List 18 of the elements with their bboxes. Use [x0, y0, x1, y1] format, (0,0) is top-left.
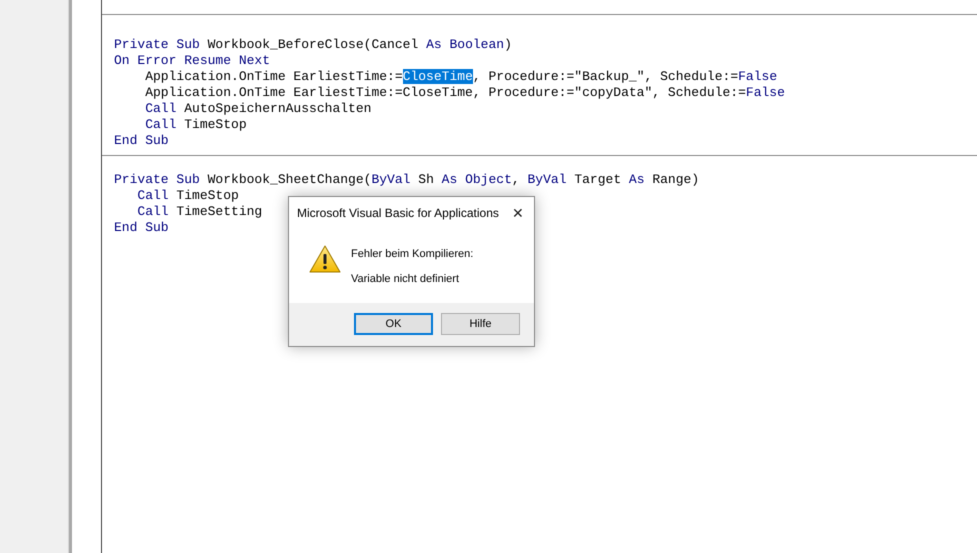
- error-heading: Fehler beim Kompilieren:: [351, 248, 474, 260]
- code-line: Call TimeStop: [144, 117, 247, 133]
- code-line: Private Sub Workbook_BeforeClose(Cancel As Boolean): [114, 37, 512, 53]
- code-line: On Error Resume Next: [114, 53, 270, 69]
- dialog-title: Microsoft Visual Basic for Applications: [297, 206, 499, 220]
- code-line: Call TimeStop: [136, 188, 239, 204]
- dialog-button[interactable]: OK: [354, 313, 433, 335]
- close-button[interactable]: ✕: [512, 204, 524, 220]
- code-line: Call TimeSetting: [136, 204, 262, 220]
- code-line: Application.OnTime EarliestTime:=CloseTime, Procedure:="Backup_", Schedule:=False: [144, 69, 778, 85]
- error-message: Variable nicht definiert: [351, 273, 460, 285]
- code-line: Application.OnTime EarliestTime:=CloseTime, Procedure:="copyData", Schedule:=False: [144, 85, 785, 101]
- dialog-button[interactable]: Hilfe: [441, 313, 520, 335]
- code-line: End Sub: [114, 133, 169, 149]
- code-line: End Sub: [114, 220, 169, 236]
- code-line: Private Sub Workbook_SheetChange(ByVal Sh As Object, ByVal Target As Range): [114, 172, 700, 188]
- code-line: Call AutoSpeichernAusschalten: [144, 101, 372, 117]
- warning-icon: [309, 245, 341, 273]
